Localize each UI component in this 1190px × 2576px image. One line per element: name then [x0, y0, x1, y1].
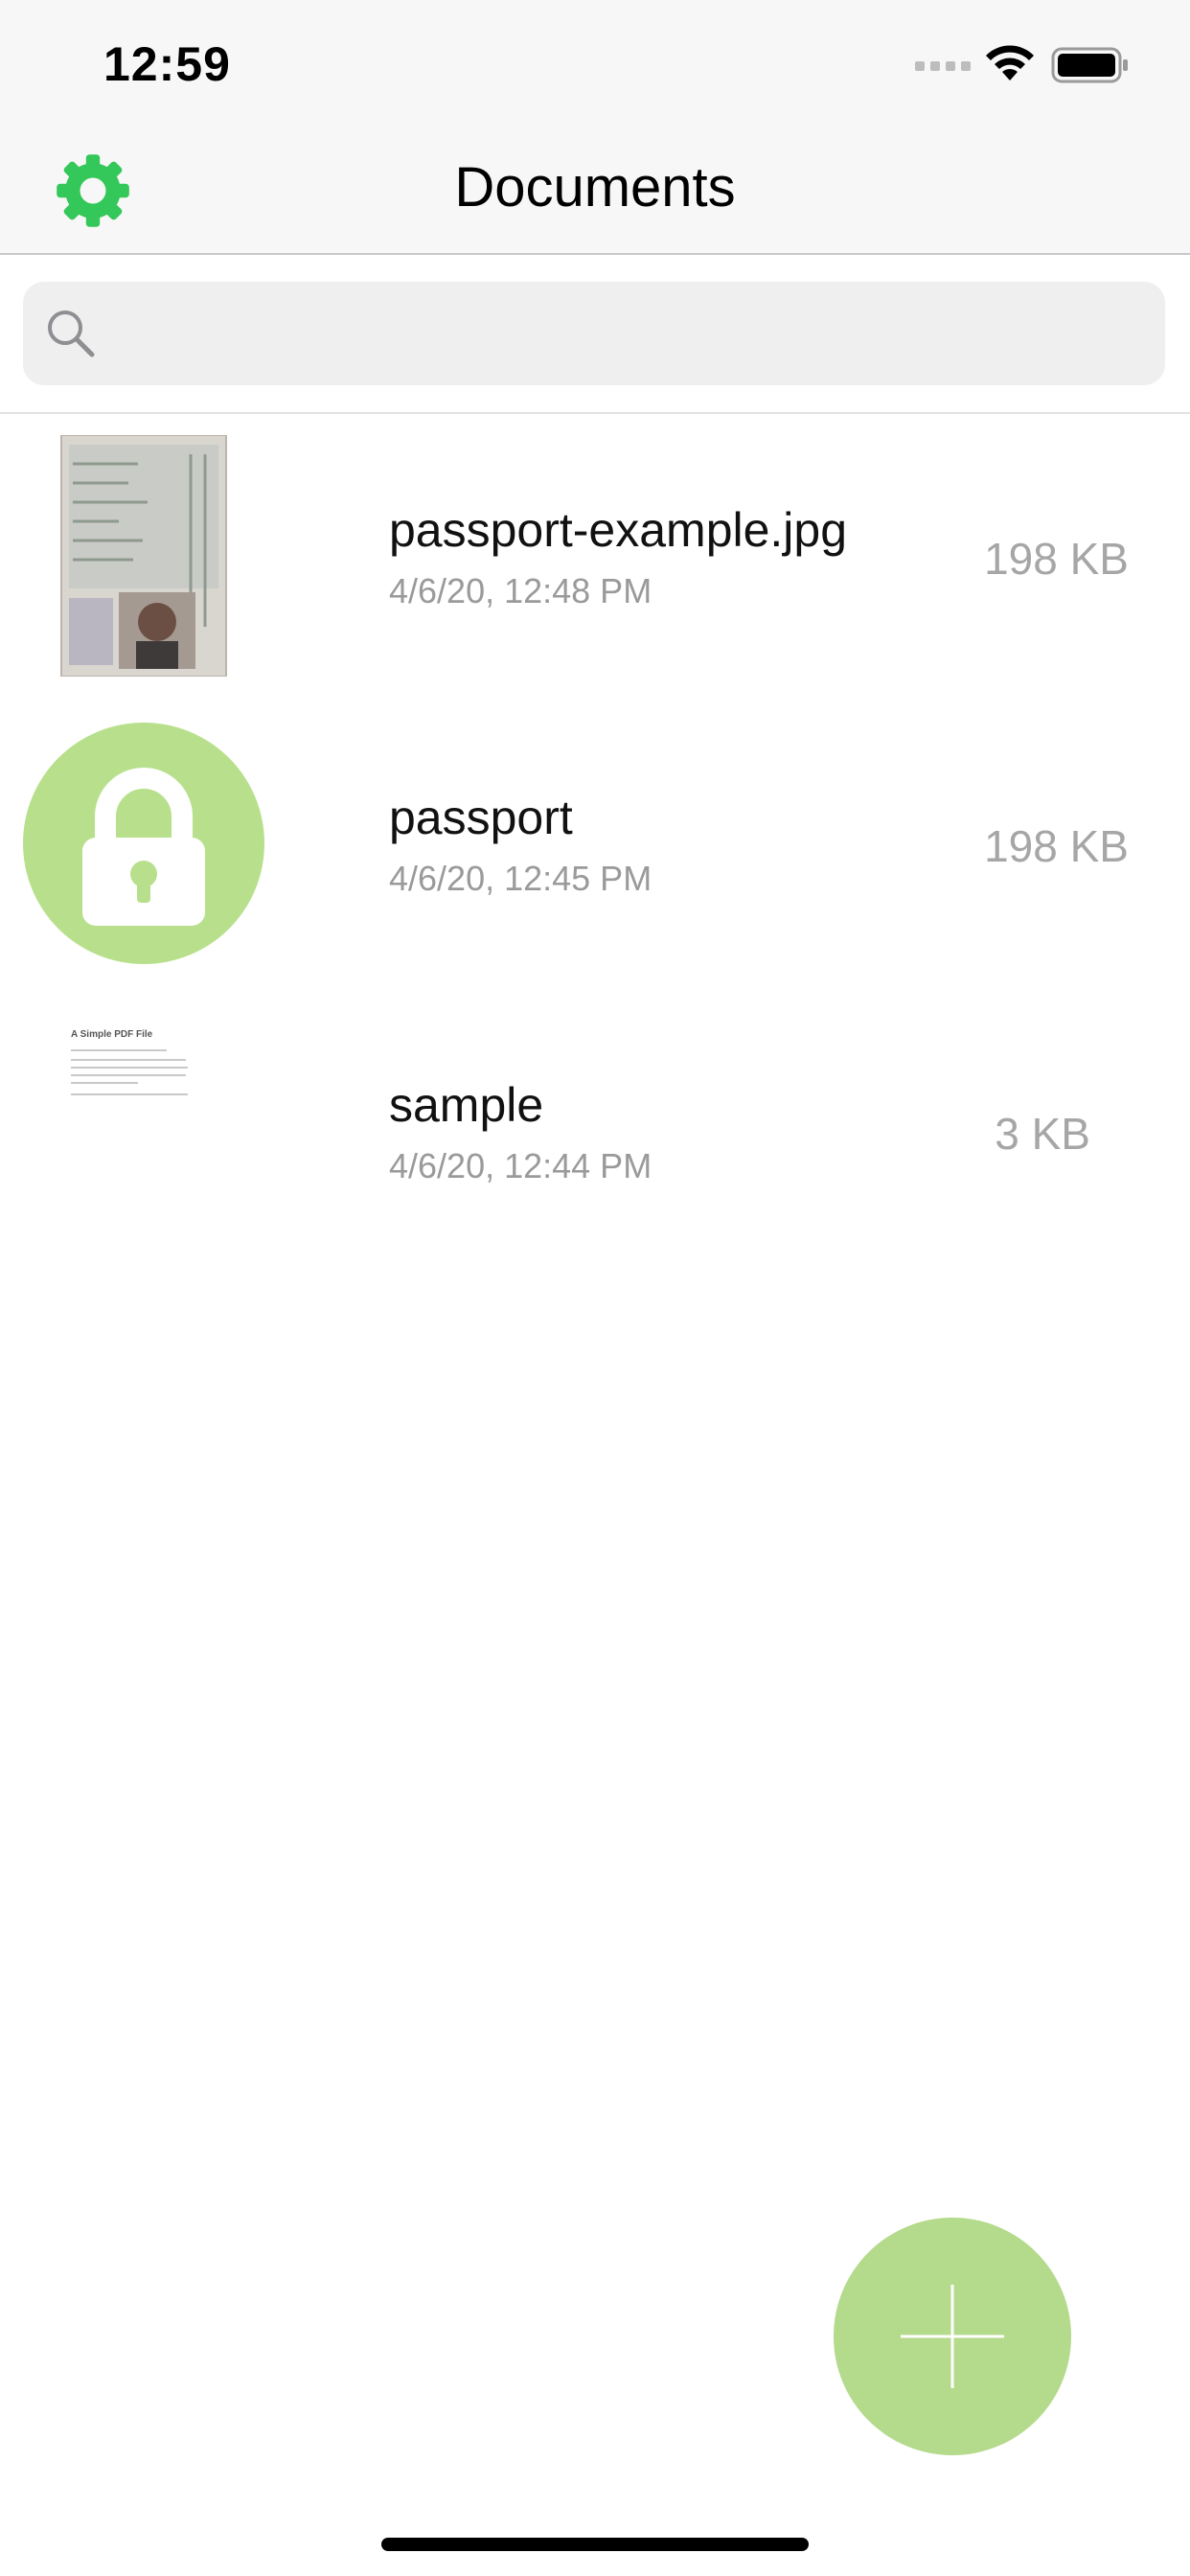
list-item[interactable]: A Simple PDF File sample 4/6/20, 12:44 P… [0, 989, 1190, 1276]
list-item[interactable]: passport-example.jpg 4/6/20, 12:48 PM 19… [0, 414, 1190, 702]
file-name: passport [389, 791, 573, 844]
wifi-icon [986, 45, 1034, 80]
list-item[interactable]: passport 4/6/20, 12:45 PM 198 KB [0, 702, 1190, 989]
passport-image-thumbnail [60, 435, 227, 677]
add-document-button[interactable] [834, 2218, 1071, 2455]
file-size: 198 KB [984, 821, 1129, 871]
battery-icon [1051, 47, 1128, 83]
search-icon [48, 310, 95, 357]
signal-icon [915, 61, 971, 71]
file-date: 4/6/20, 12:44 PM [389, 1146, 652, 1185]
file-size: 198 KB [984, 534, 1129, 584]
pdf-preview-thumbnail: A Simple PDF File [52, 1010, 236, 1252]
status-time: 12:59 [103, 37, 231, 91]
file-size: 3 KB [995, 1109, 1090, 1159]
search-box[interactable] [23, 282, 1165, 387]
page-title: Documents [454, 156, 736, 218]
home-indicator[interactable] [381, 2538, 809, 2551]
file-name: sample [389, 1078, 544, 1132]
file-name: passport-example.jpg [389, 503, 848, 557]
status-bar: 12:59 [0, 0, 1190, 134]
search-bar [0, 255, 1190, 414]
search-input[interactable] [109, 282, 1148, 387]
file-date: 4/6/20, 12:45 PM [389, 859, 652, 898]
plus-icon [901, 2285, 1004, 2388]
file-date: 4/6/20, 12:48 PM [389, 571, 652, 610]
navigation-bar: Documents [0, 134, 1190, 255]
lock-icon [23, 723, 264, 964]
pdf-preview-title: A Simple PDF File [71, 1029, 153, 1040]
document-list: passport-example.jpg 4/6/20, 12:48 PM 19… [0, 414, 1190, 1276]
